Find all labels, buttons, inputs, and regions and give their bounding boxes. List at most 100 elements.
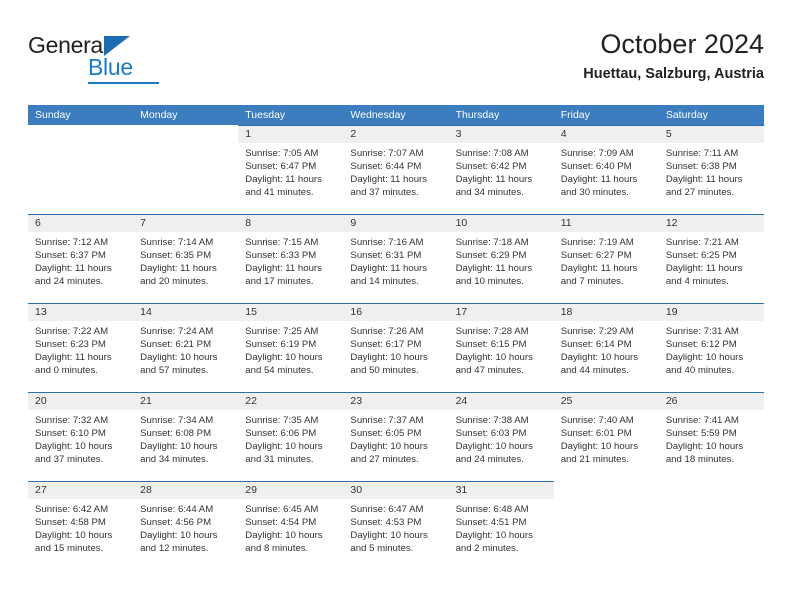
daylight-text: Daylight: 11 hours and 27 minutes. (665, 174, 743, 198)
day-sun-info: Sunrise: 7:35 AM Sunset: 6:06 PM Daylight:… (238, 410, 343, 466)
calendar-day-cell[interactable]: 12 Sunrise: 7:21 AM Sunset: 6:25 PM Dayligh… (658, 214, 764, 303)
day-sun-info: Sunrise: 6:42 AM Sunset: 4:58 PM Daylight:… (28, 499, 133, 555)
sunrise-text: Sunrise: 7:25 AM (245, 326, 319, 337)
day-number: 27 (28, 482, 134, 499)
calendar-day-cell[interactable]: 28 Sunrise: 6:44 AM Sunset: 4:56 PM Dayligh… (133, 481, 239, 570)
calendar-day-cell[interactable]: 19 Sunrise: 7:31 AM Sunset: 6:12 PM Dayligh… (658, 303, 764, 392)
calendar-day-cell[interactable]: 8 Sunrise: 7:15 AM Sunset: 6:33 PM Daylight… (238, 214, 344, 303)
daylight-text: Daylight: 11 hours and 24 minutes. (35, 263, 112, 287)
daylight-text: Daylight: 11 hours and 7 minutes. (560, 263, 638, 287)
day-number: 28 (133, 482, 239, 499)
general-blue-logo[interactable]: General Blue (28, 32, 159, 86)
logo-underline (88, 82, 159, 84)
day-number: 3 (448, 126, 554, 143)
daylight-text: Daylight: 11 hours and 10 minutes. (455, 263, 533, 287)
sunset-text: Sunset: 6:05 PM (350, 428, 422, 439)
page-title: October 2024 (600, 29, 764, 59)
day-number: 1 (238, 126, 344, 143)
calendar-day-cell[interactable]: 22 Sunrise: 7:35 AM Sunset: 6:06 PM Dayligh… (238, 392, 344, 481)
calendar-day-cell[interactable]: 2 Sunrise: 7:07 AM Sunset: 6:44 PM Daylight… (343, 125, 449, 214)
calendar-day-cell[interactable]: 23 Sunrise: 7:37 AM Sunset: 6:05 PM Dayligh… (343, 392, 449, 481)
day-sun-info: Sunrise: 7:05 AM Sunset: 6:47 PM Daylight:… (238, 143, 343, 199)
calendar-day-cell[interactable]: 30 Sunrise: 6:47 AM Sunset: 4:53 PM Dayligh… (343, 481, 449, 570)
day-number: 4 (553, 126, 659, 143)
calendar-day-cell[interactable]: 18 Sunrise: 7:29 AM Sunset: 6:14 PM Dayligh… (553, 303, 659, 392)
sunset-text: Sunset: 6:47 PM (245, 161, 317, 172)
day-number: 20 (28, 393, 134, 410)
calendar-day-cell[interactable]: 31 Sunrise: 6:48 AM Sunset: 4:51 PM Dayligh… (448, 481, 554, 570)
sunset-text: Sunset: 6:03 PM (455, 428, 527, 439)
sunset-text: Sunset: 6:37 PM (35, 250, 106, 261)
calendar-day-cell[interactable]: 20 Sunrise: 7:32 AM Sunset: 6:10 PM Dayligh… (28, 392, 134, 481)
page-subtitle-location: Huettau, Salzburg, Austria (583, 66, 764, 82)
calendar-day-cell[interactable]: 29 Sunrise: 6:45 AM Sunset: 4:54 PM Dayligh… (238, 481, 344, 570)
day-number: 15 (238, 304, 344, 321)
weekday-header-saturday: Saturday (665, 109, 708, 121)
sunrise-text: Sunrise: 7:28 AM (455, 326, 529, 337)
daylight-text: Daylight: 10 hours and 2 minutes. (455, 530, 533, 554)
daylight-text: Daylight: 10 hours and 50 minutes. (350, 352, 428, 376)
calendar-day-cell[interactable]: 1 Sunrise: 7:05 AM Sunset: 6:47 PM Daylight… (238, 125, 344, 214)
calendar-day-cell[interactable]: 10 Sunrise: 7:18 AM Sunset: 6:29 PM Dayligh… (448, 214, 554, 303)
daylight-text: Daylight: 10 hours and 44 minutes. (560, 352, 639, 376)
day-number: 29 (238, 482, 344, 499)
sunset-text: Sunset: 6:23 PM (35, 339, 106, 350)
calendar-day-cell[interactable]: 26 Sunrise: 7:41 AM Sunset: 5:59 PM Dayligh… (658, 392, 764, 481)
daylight-text: Daylight: 10 hours and 57 minutes. (140, 352, 218, 376)
day-sun-info: Sunrise: 6:45 AM Sunset: 4:54 PM Daylight:… (238, 499, 343, 555)
calendar-page: General Blue October 2024 Huettau, Salzb… (0, 0, 792, 612)
calendar-day-cell[interactable]: 24 Sunrise: 7:38 AM Sunset: 6:03 PM Dayligh… (448, 392, 554, 481)
calendar-day-cell[interactable]: 9 Sunrise: 7:16 AM Sunset: 6:31 PM Daylight… (343, 214, 449, 303)
calendar-day-cell[interactable]: 25 Sunrise: 7:40 AM Sunset: 6:01 PM Dayligh… (553, 392, 659, 481)
calendar-week-row: 6 Sunrise: 7:12 AM Sunset: 6:37 PM Daylight… (28, 214, 764, 303)
sunrise-text: Sunrise: 7:12 AM (35, 237, 109, 248)
day-sun-info: Sunrise: 7:14 AM Sunset: 6:35 PM Daylight:… (133, 232, 238, 288)
day-sun-info: Sunrise: 7:19 AM Sunset: 6:27 PM Daylight:… (554, 232, 659, 288)
day-number: 8 (238, 215, 344, 232)
calendar-day-cell[interactable]: 4 Sunrise: 7:09 AM Sunset: 6:40 PM Daylight… (553, 125, 659, 214)
day-sun-info: Sunrise: 6:47 AM Sunset: 4:53 PM Daylight:… (343, 499, 448, 555)
calendar-day-cell[interactable]: 3 Sunrise: 7:08 AM Sunset: 6:42 PM Daylight… (448, 125, 554, 214)
sunset-text: Sunset: 4:53 PM (350, 517, 422, 528)
daylight-text: Daylight: 10 hours and 34 minutes. (140, 441, 218, 465)
calendar-day-cell[interactable]: 13 Sunrise: 7:22 AM Sunset: 6:23 PM Dayligh… (28, 303, 134, 392)
calendar-day-cell[interactable]: 27 Sunrise: 6:42 AM Sunset: 4:58 PM Dayligh… (28, 481, 134, 570)
sunrise-text: Sunrise: 7:15 AM (245, 237, 319, 248)
calendar-day-cell[interactable]: 5 Sunrise: 7:11 AM Sunset: 6:38 PM Daylight… (658, 125, 764, 214)
logo-triangle-icon (104, 36, 130, 56)
calendar-day-cell[interactable]: 15 Sunrise: 7:25 AM Sunset: 6:19 PM Dayligh… (238, 303, 344, 392)
calendar-week-row: 1 Sunrise: 7:05 AM Sunset: 6:47 PM Daylight… (28, 125, 764, 214)
sunrise-text: Sunrise: 7:32 AM (35, 415, 109, 426)
sunset-text: Sunset: 6:19 PM (245, 339, 317, 350)
calendar-day-cell[interactable]: 14 Sunrise: 7:24 AM Sunset: 6:21 PM Dayligh… (133, 303, 239, 392)
day-sun-info: Sunrise: 7:29 AM Sunset: 6:14 PM Daylight:… (554, 321, 659, 377)
sunset-text: Sunset: 6:14 PM (560, 339, 632, 350)
day-sun-info: Sunrise: 6:48 AM Sunset: 4:51 PM Daylight:… (449, 499, 554, 555)
day-sun-info: Sunrise: 7:18 AM Sunset: 6:29 PM Daylight:… (449, 232, 554, 288)
sunset-text: Sunset: 4:56 PM (140, 517, 212, 528)
sunrise-text: Sunrise: 7:40 AM (560, 415, 634, 426)
calendar-day-cell[interactable]: 16 Sunrise: 7:26 AM Sunset: 6:17 PM Dayligh… (343, 303, 449, 392)
day-number: 17 (448, 304, 554, 321)
day-number: 10 (448, 215, 554, 232)
calendar-day-cell[interactable]: 17 Sunrise: 7:28 AM Sunset: 6:15 PM Dayligh… (448, 303, 554, 392)
calendar-day-cell-empty (554, 481, 659, 570)
day-sun-info: Sunrise: 7:15 AM Sunset: 6:33 PM Daylight:… (238, 232, 343, 288)
daylight-text: Daylight: 11 hours and 34 minutes. (455, 174, 533, 198)
sunset-text: Sunset: 4:58 PM (35, 517, 106, 528)
calendar-day-cell[interactable]: 6 Sunrise: 7:12 AM Sunset: 6:37 PM Daylight… (28, 214, 134, 303)
daylight-text: Daylight: 10 hours and 37 minutes. (35, 441, 113, 465)
day-sun-info: Sunrise: 7:34 AM Sunset: 6:08 PM Daylight:… (133, 410, 238, 466)
calendar-day-cell[interactable]: 11 Sunrise: 7:19 AM Sunset: 6:27 PM Dayligh… (553, 214, 659, 303)
daylight-text: Daylight: 11 hours and 0 minutes. (35, 352, 112, 376)
calendar-day-cell[interactable]: 7 Sunrise: 7:14 AM Sunset: 6:35 PM Daylight… (133, 214, 239, 303)
sunrise-text: Sunrise: 6:42 AM (35, 504, 109, 515)
calendar-day-cell[interactable]: 21 Sunrise: 7:34 AM Sunset: 6:08 PM Dayligh… (133, 392, 239, 481)
weekday-header-tuesday: Tuesday (245, 109, 286, 121)
sunset-text: Sunset: 4:51 PM (455, 517, 527, 528)
day-sun-info: Sunrise: 7:24 AM Sunset: 6:21 PM Daylight:… (133, 321, 238, 377)
sunrise-text: Sunrise: 7:18 AM (455, 237, 529, 248)
day-sun-info: Sunrise: 7:41 AM Sunset: 5:59 PM Daylight:… (659, 410, 764, 466)
daylight-text: Daylight: 10 hours and 47 minutes. (455, 352, 533, 376)
daylight-text: Daylight: 10 hours and 27 minutes. (350, 441, 428, 465)
